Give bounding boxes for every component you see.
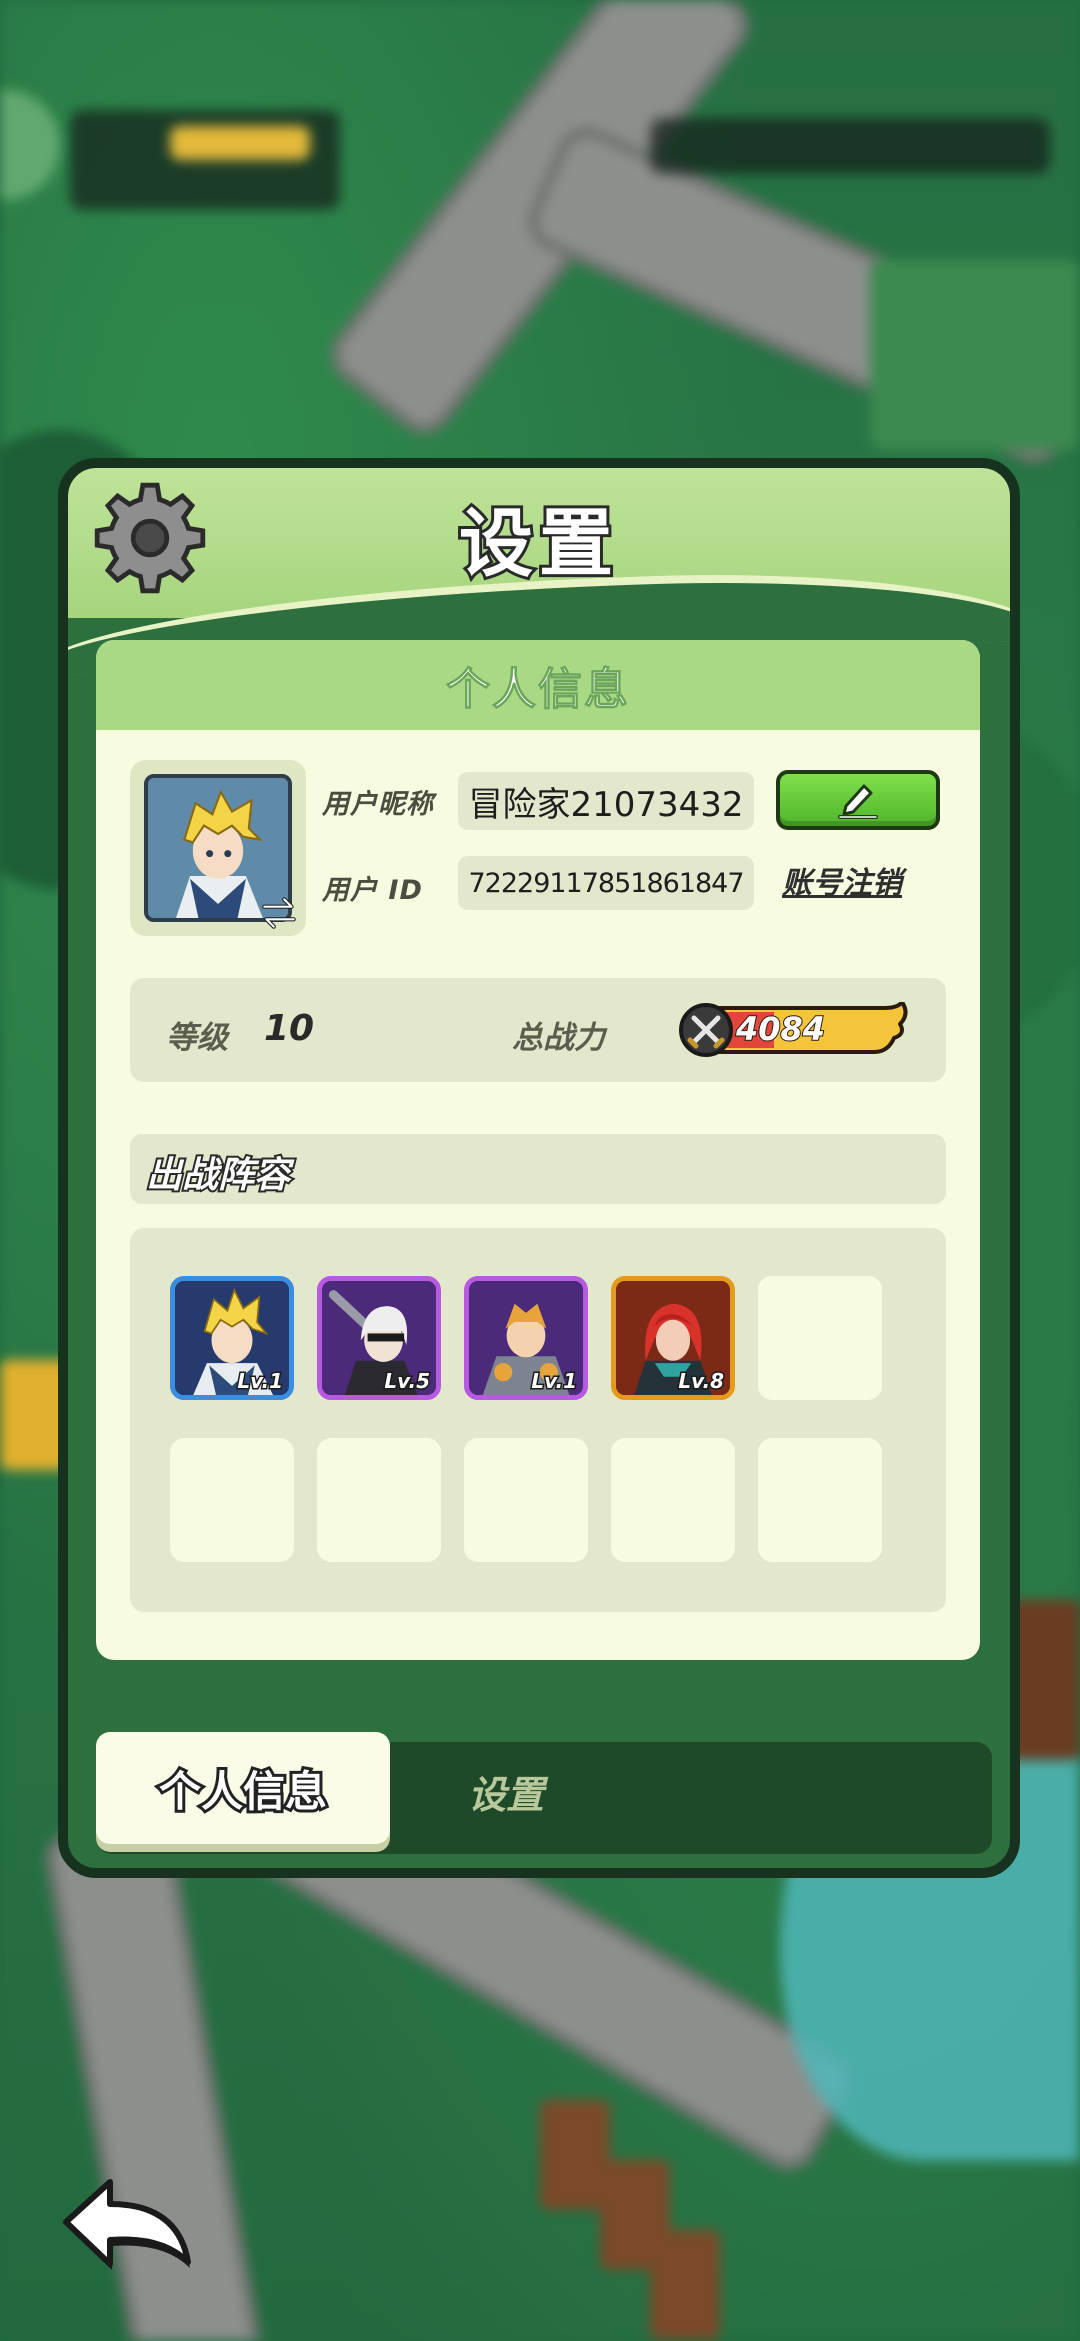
tab-profile-label: 个人信息 bbox=[156, 1764, 330, 1819]
lineup-grid: Lv.1 Lv.5 Lv.1 Lv.8 bbox=[130, 1228, 946, 1612]
hero-level: Lv.5 bbox=[383, 1368, 432, 1395]
level-value: 10 bbox=[264, 1008, 315, 1049]
hero-slot[interactable]: Lv.1 bbox=[170, 1276, 294, 1400]
empty-hero-slot[interactable] bbox=[758, 1276, 882, 1400]
profile-card-header: 个人信息 bbox=[96, 640, 980, 730]
avatar-frame[interactable] bbox=[130, 760, 306, 936]
swap-arrows-icon[interactable] bbox=[258, 892, 300, 934]
cancel-account-link[interactable]: 账号注销 bbox=[782, 858, 902, 902]
power-value: 4084 bbox=[735, 1009, 826, 1049]
empty-hero-slot[interactable] bbox=[170, 1438, 294, 1562]
stats-bar: 等级 10 总战力 4084 bbox=[130, 978, 946, 1082]
profile-card-title: 个人信息 bbox=[446, 664, 630, 716]
level-label: 等级 bbox=[166, 1020, 228, 1056]
pencil-icon bbox=[838, 784, 878, 819]
profile-card: 个人信息 用户昵称 冒险家21073432 用户 ID 722291178518… bbox=[96, 640, 980, 1660]
lineup-header: 出战阵容 bbox=[130, 1134, 946, 1204]
uid-label: 用户 ID bbox=[322, 875, 423, 906]
hero-level: Lv.1 bbox=[236, 1368, 285, 1395]
hero-slot[interactable]: Lv.8 bbox=[611, 1276, 735, 1400]
hero-slot[interactable]: Lv.5 bbox=[317, 1276, 441, 1400]
empty-hero-slot[interactable] bbox=[611, 1438, 735, 1562]
empty-hero-slot[interactable] bbox=[758, 1438, 882, 1562]
settings-panel: 设置 个人信息 用户昵称 冒险家21073432 用户 ID 722291178… bbox=[58, 458, 1020, 1878]
empty-hero-slot[interactable] bbox=[317, 1438, 441, 1562]
hero-level: Lv.1 bbox=[530, 1368, 579, 1395]
edit-nickname-button[interactable] bbox=[776, 770, 940, 830]
power-label: 总战力 bbox=[512, 1020, 605, 1056]
panel-title: 设置 bbox=[456, 498, 619, 590]
nickname-label: 用户昵称 bbox=[322, 789, 434, 820]
nickname-field: 冒险家21073432 bbox=[458, 772, 754, 830]
tab-profile[interactable]: 个人信息 bbox=[96, 1732, 390, 1844]
uid-field: 72229117851861847 bbox=[458, 856, 754, 910]
hero-slot[interactable]: Lv.1 bbox=[464, 1276, 588, 1400]
empty-hero-slot[interactable] bbox=[464, 1438, 588, 1562]
back-arrow-icon[interactable] bbox=[58, 2170, 198, 2280]
lineup-title: 出战阵容 bbox=[144, 1153, 292, 1198]
hero-level: Lv.8 bbox=[677, 1368, 726, 1395]
tab-settings[interactable]: 设置 bbox=[468, 1764, 544, 1819]
